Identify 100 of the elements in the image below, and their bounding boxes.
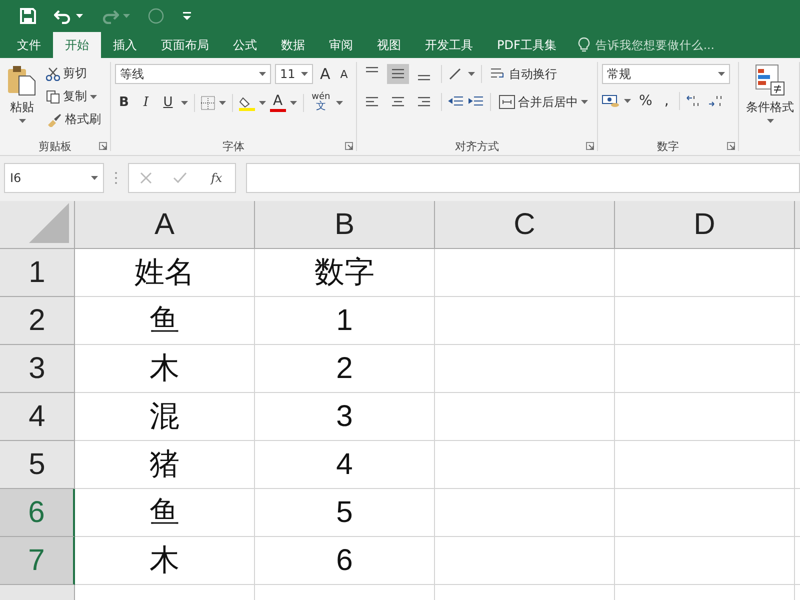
caret-icon[interactable] (259, 72, 266, 76)
scissors-icon (46, 66, 60, 80)
fill-color-icon[interactable] (239, 94, 255, 110)
group-label: 字体 (222, 138, 244, 154)
save-icon[interactable] (20, 8, 36, 24)
table-cell: 混 (75, 393, 255, 441)
caret-icon[interactable] (259, 100, 266, 104)
brush-icon (46, 112, 62, 126)
dialog-launcher-icon[interactable] (727, 142, 735, 150)
table-chart-icon (755, 64, 785, 96)
caret-icon[interactable] (90, 94, 97, 98)
ribbon-tab[interactable]: 审阅 (317, 32, 365, 58)
tell-me-search[interactable]: 告诉我您想要做什么... (568, 32, 714, 58)
borders-icon[interactable] (201, 96, 215, 110)
cut-button[interactable]: 剪切 (44, 64, 103, 83)
ribbon-tab[interactable]: PDF工具集 (485, 32, 568, 58)
insert-function-button[interactable]: fx (208, 171, 224, 185)
underline-button[interactable]: U (159, 94, 177, 111)
align-lines-icon (392, 69, 404, 79)
ribbon-tab[interactable]: 视图 (365, 32, 413, 58)
row-header[interactable]: 6 (0, 489, 75, 537)
ribbon-tab[interactable]: 公式 (221, 32, 269, 58)
name-box[interactable]: I6 (4, 163, 104, 193)
row-header[interactable]: 5 (0, 441, 75, 489)
align-left-icon[interactable] (365, 95, 379, 109)
caret-icon[interactable] (18, 119, 26, 123)
paste-button[interactable]: 粘贴 (4, 64, 40, 137)
formula-input-field[interactable] (246, 163, 800, 193)
ribbon-tab[interactable]: 文件 (5, 32, 53, 58)
copy-button[interactable]: 复制 (44, 87, 103, 106)
shrink-font-button[interactable]: A (337, 68, 351, 80)
grip-dots-icon (114, 171, 118, 185)
dialog-launcher-icon[interactable] (345, 142, 353, 150)
undo-icon[interactable] (54, 8, 72, 24)
copy-icon (46, 90, 60, 104)
merge-center-button[interactable]: 合并后居中 (497, 92, 590, 112)
lightbulb-icon (578, 37, 590, 53)
column-header[interactable]: D (615, 201, 795, 249)
table-cell: 4 (255, 441, 435, 489)
caret-icon[interactable] (468, 72, 475, 76)
table-cell: 3 (255, 393, 435, 441)
caret-icon[interactable] (624, 99, 631, 103)
table-cell: 2 (255, 345, 435, 393)
ribbon-tab[interactable]: 页面布局 (149, 32, 221, 58)
ribbon-tab[interactable]: 开始 (53, 32, 101, 58)
align-right-icon[interactable] (417, 95, 431, 109)
row-header[interactable]: 2 (0, 297, 75, 345)
percent-button[interactable]: % (635, 93, 656, 109)
table-cell: 5 (255, 489, 435, 537)
caret-icon[interactable] (581, 100, 588, 104)
table-cell: 木 (75, 345, 255, 393)
caret-icon[interactable] (91, 176, 98, 180)
wrap-text-button[interactable]: 自动换行 (488, 64, 559, 84)
column-header[interactable]: A (75, 201, 255, 249)
tell-me-text: 告诉我您想要做什么... (595, 38, 714, 52)
caret-icon[interactable] (290, 100, 297, 104)
triangle-icon (29, 203, 69, 243)
group-label: 剪贴板 (38, 138, 72, 154)
dialog-launcher-icon[interactable] (586, 142, 594, 150)
caret-icon[interactable] (181, 100, 188, 104)
enter-check-icon[interactable] (173, 172, 188, 184)
vertical-align-button[interactable] (387, 64, 409, 84)
font-size-field[interactable]: 11 (275, 64, 313, 84)
row-header[interactable]: 3 (0, 345, 75, 393)
ribbon-tab[interactable]: 开发工具 (413, 32, 485, 58)
ribbon-tab[interactable]: 数据 (269, 32, 317, 58)
grow-font-button[interactable]: A (317, 65, 334, 83)
group-label: 对齐方式 (455, 138, 499, 154)
table-cell: 鱼 (75, 489, 255, 537)
group-label: 数字 (657, 138, 679, 154)
bold-button[interactable]: B (115, 94, 133, 111)
format-painter-button[interactable]: 格式刷 (44, 110, 103, 129)
caret-icon[interactable] (219, 100, 226, 104)
comma-button[interactable]: , (660, 93, 673, 109)
table-cell: 木 (75, 537, 255, 585)
phonetic-button[interactable]: wén 文 (310, 92, 332, 113)
caret-icon[interactable] (336, 100, 344, 104)
table-cell: 6 (255, 537, 435, 585)
align-lines-icon (418, 75, 430, 81)
font-name-field[interactable]: 等线 (115, 64, 271, 84)
number-format-field[interactable]: 常规 (602, 64, 730, 84)
font-color-button[interactable]: A (270, 93, 286, 112)
column-header[interactable]: C (435, 201, 615, 249)
table-cell: 姓名 (75, 249, 255, 297)
align-center-icon[interactable] (391, 95, 405, 109)
row-header[interactable]: 1 (0, 249, 75, 297)
currency-icon[interactable] (602, 94, 620, 108)
dialog-launcher-icon[interactable] (99, 142, 107, 150)
customize-icon[interactable] (182, 11, 192, 21)
clipboard-icon (7, 64, 37, 96)
caret-icon[interactable] (76, 14, 83, 18)
row-header[interactable]: 7 (0, 537, 75, 585)
caret-icon[interactable] (766, 119, 774, 123)
conditional-formatting-button[interactable]: 条件格式 (743, 64, 797, 137)
caret-icon[interactable] (301, 72, 308, 76)
italic-button[interactable]: I (137, 94, 155, 111)
caret-icon[interactable] (718, 72, 725, 76)
column-header[interactable]: B (255, 201, 435, 249)
ribbon-tab[interactable]: 插入 (101, 32, 149, 58)
row-header[interactable]: 4 (0, 393, 75, 441)
